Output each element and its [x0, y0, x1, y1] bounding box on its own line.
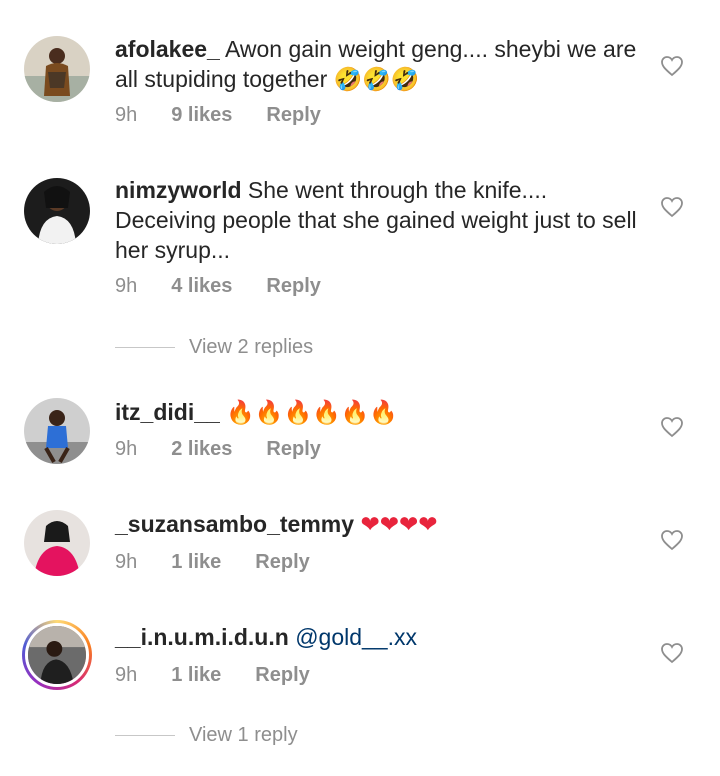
heart-outline-icon[interactable] [660, 416, 684, 438]
comment-likes[interactable]: 9 likes [171, 104, 232, 127]
comment-time: 9h [115, 275, 138, 297]
avatar-photo [28, 626, 86, 684]
avatar-photo [24, 398, 90, 464]
avatar[interactable] [24, 178, 90, 244]
avatar[interactable] [24, 510, 90, 576]
comment-likes[interactable]: 1 like [171, 551, 221, 574]
divider-line [115, 735, 175, 736]
comment-time: 9h [115, 551, 138, 573]
comment-time: 9h [115, 104, 138, 126]
comment-username[interactable]: _suzansambo_temmy [115, 511, 354, 537]
comment-emoji: ❤❤❤❤ [360, 512, 438, 538]
comment-meta: 9h 4 likes Reply [115, 275, 321, 298]
avatar-photo [24, 178, 90, 244]
avatar[interactable] [24, 398, 90, 464]
heart-outline-icon[interactable] [660, 196, 684, 218]
comment-username[interactable]: itz_didi__ [115, 399, 220, 425]
comment-text: afolakee_ Awon gain weight geng.... shey… [115, 34, 645, 95]
heart-outline-icon[interactable] [660, 55, 684, 77]
comment-meta: 9h 9 likes Reply [115, 104, 321, 127]
comment-emoji: 🔥🔥🔥🔥🔥🔥 [226, 400, 399, 426]
comment-meta: 9h 1 like Reply [115, 664, 310, 687]
comment-username[interactable]: __i.n.u.m.i.d.u.n [115, 624, 289, 650]
comment-time: 9h [115, 664, 138, 686]
reply-button[interactable]: Reply [255, 551, 309, 574]
comment-username[interactable]: nimzyworld [115, 177, 242, 203]
view-replies-button[interactable]: View 1 reply [115, 724, 298, 747]
view-replies-label: View 2 replies [189, 336, 314, 358]
comment-username[interactable]: afolakee_ [115, 36, 220, 62]
reply-button[interactable]: Reply [266, 438, 320, 461]
avatar-photo [24, 36, 90, 102]
comment-text: __i.n.u.m.i.d.u.n @gold__.xx [115, 622, 645, 652]
comment-meta: 9h 1 like Reply [115, 551, 310, 574]
comment-text: nimzyworld She went through the knife...… [115, 175, 645, 265]
comment-time: 9h [115, 438, 138, 460]
avatar-photo [24, 510, 90, 576]
reply-button[interactable]: Reply [266, 104, 320, 127]
comment-meta: 9h 2 likes Reply [115, 438, 321, 461]
reply-button[interactable]: Reply [255, 664, 309, 687]
heart-outline-icon[interactable] [660, 529, 684, 551]
comment-likes[interactable]: 2 likes [171, 438, 232, 461]
comment-text: itz_didi__ 🔥🔥🔥🔥🔥🔥 [115, 397, 645, 428]
comment-emoji: 🤣🤣🤣 [333, 67, 420, 93]
heart-outline-icon[interactable] [660, 642, 684, 664]
comment-likes[interactable]: 1 like [171, 664, 221, 687]
avatar-story-ring[interactable] [22, 620, 92, 690]
divider-line [115, 347, 175, 348]
avatar [25, 623, 89, 687]
avatar[interactable] [24, 36, 90, 102]
reply-button[interactable]: Reply [266, 275, 320, 298]
comment-likes[interactable]: 4 likes [171, 275, 232, 298]
view-replies-label: View 1 reply [189, 724, 298, 746]
view-replies-button[interactable]: View 2 replies [115, 336, 313, 359]
comment-text: _suzansambo_temmy ❤❤❤❤ [115, 509, 645, 540]
comment-mention[interactable]: @gold__.xx [295, 624, 417, 650]
